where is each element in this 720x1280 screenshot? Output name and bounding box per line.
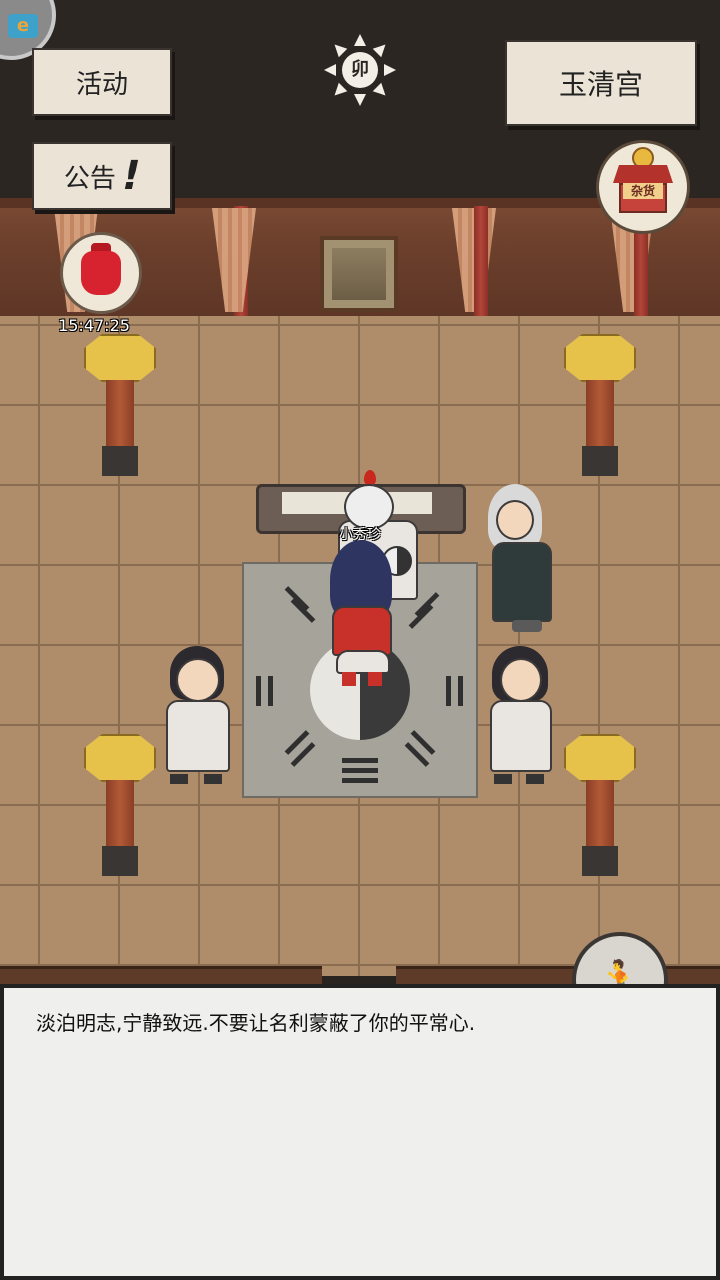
bag-timer: 15:47:25: [58, 316, 130, 335]
notice-button[interactable]: 公告 !: [32, 142, 172, 210]
red-bag-icon[interactable]: [60, 232, 142, 314]
sun-emblem-icon[interactable]: 卯: [324, 34, 396, 106]
dialog-text: 淡泊明志,宁静致远.不要让名利蒙蔽了你的平常心.: [36, 1011, 476, 1035]
stone-lantern: [84, 334, 156, 480]
disciple-right[interactable]: [480, 636, 570, 786]
activity-button[interactable]: 活动: [32, 48, 172, 116]
location-button[interactable]: 玉清宫: [505, 40, 697, 126]
doorway[interactable]: [320, 236, 398, 312]
stone-lantern: [564, 734, 636, 880]
trigram-mark: [268, 676, 273, 706]
notice-label: 公告: [63, 163, 116, 194]
trigram-mark: [342, 778, 378, 783]
white-haired-disciple[interactable]: [478, 480, 572, 636]
wall-pillar: [474, 206, 488, 316]
alert-icon: !: [116, 153, 146, 199]
player-character[interactable]: [326, 540, 398, 690]
stone-lantern: [564, 334, 636, 480]
disciple-left[interactable]: [156, 636, 246, 786]
shop-sign: 杂货: [623, 183, 663, 199]
trigram-mark: [342, 768, 378, 773]
shop-stall-icon[interactable]: 杂货: [596, 140, 690, 234]
trigram-mark: [256, 676, 261, 706]
trigram-mark: [446, 676, 451, 706]
activity-label: 活动: [75, 69, 128, 100]
trigram-mark: [342, 758, 378, 763]
trigram-mark: [458, 676, 463, 706]
time-glyph: 卯: [342, 52, 378, 88]
stone-lantern: [84, 734, 156, 880]
location-label: 玉清宫: [558, 68, 643, 101]
